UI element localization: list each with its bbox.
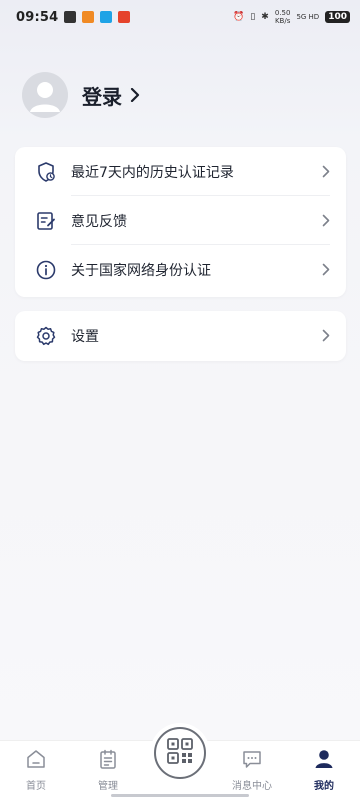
chevron-right-icon: [322, 214, 330, 227]
info-icon: [35, 259, 57, 281]
chevron-right-icon: [322, 165, 330, 178]
qr-scan-button[interactable]: [154, 727, 206, 779]
menu-item-about[interactable]: 关于国家网络身份认证: [15, 245, 346, 294]
nav-label: 管理: [98, 781, 118, 792]
home-icon: [25, 748, 47, 774]
person-icon: [313, 748, 335, 774]
vibrate-icon: ▯: [250, 12, 256, 22]
chevron-right-icon: [130, 88, 140, 102]
menu-item-feedback[interactable]: 意见反馈: [15, 196, 346, 245]
menu-card-settings: 设置: [15, 311, 346, 361]
nav-messages[interactable]: 消息中心: [222, 748, 282, 792]
menu-item-label: 最近7天内的历史认证记录: [71, 164, 234, 181]
network-speed: 0.50 KB/s: [274, 9, 291, 25]
default-avatar-icon: [30, 82, 60, 112]
menu-item-auth-history[interactable]: 最近7天内的历史认证记录: [15, 147, 346, 196]
nav-mine[interactable]: 我的: [294, 748, 354, 792]
nav-home[interactable]: 首页: [6, 748, 66, 792]
avatar[interactable]: [22, 72, 68, 118]
menu-item-label: 意见反馈: [71, 213, 127, 230]
bluetooth-icon: ✱: [261, 12, 269, 22]
menu-item-settings[interactable]: 设置: [15, 311, 346, 360]
chevron-right-icon: [322, 263, 330, 276]
sim-icon: [64, 11, 77, 23]
nav-label: 首页: [26, 781, 46, 792]
profile-login[interactable]: 登录: [22, 72, 140, 118]
home-indicator[interactable]: [111, 794, 249, 797]
status-time: 09:54: [16, 9, 59, 25]
nav-manage[interactable]: 管理: [78, 748, 138, 792]
app-notification-icon: [118, 11, 131, 23]
app-notification-icon: [82, 11, 95, 23]
shield-check-icon: [35, 161, 57, 183]
menu-item-label: 关于国家网络身份认证: [71, 262, 211, 279]
app-notification-icon: [100, 11, 113, 23]
status-bar: 09:54 ⏰ ▯ ✱ 0.50 KB/s 5G HD 100: [0, 0, 360, 34]
signal-indicator: 5G HD: [296, 13, 320, 21]
alarm-icon: ⏰: [233, 12, 245, 22]
menu-item-label: 设置: [71, 328, 99, 345]
nav-label: 消息中心: [232, 781, 272, 792]
message-icon: [241, 748, 263, 774]
battery-indicator: 100: [325, 11, 350, 23]
bottom-navigation: 首页 管理 消息中心 我的: [0, 727, 360, 800]
chevron-right-icon: [322, 329, 330, 342]
menu-card-primary: 最近7天内的历史认证记录 意见反馈 关于国家网络身份认证: [15, 147, 346, 297]
qr-scan-icon: [166, 737, 194, 769]
edit-note-icon: [35, 210, 57, 232]
clipboard-icon: [97, 748, 119, 774]
gear-icon: [35, 325, 57, 347]
login-label[interactable]: 登录: [82, 81, 122, 110]
nav-label: 我的: [314, 781, 334, 792]
